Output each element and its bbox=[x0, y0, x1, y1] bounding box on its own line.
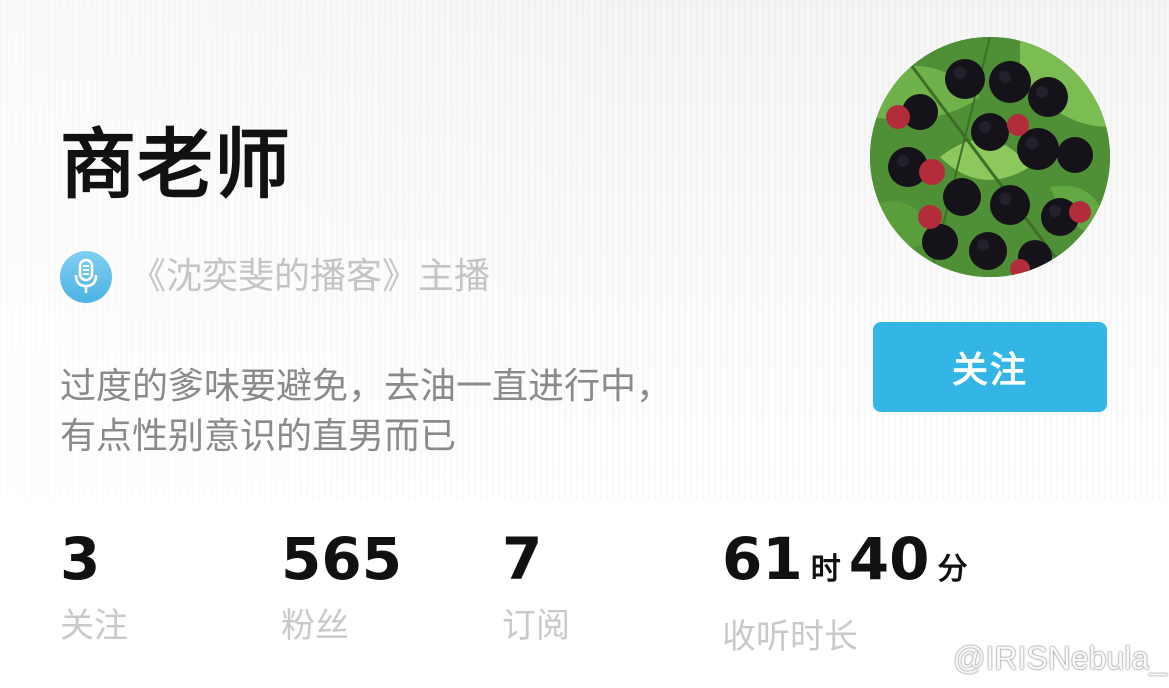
stat-following[interactable]: 3 关注 bbox=[60, 528, 128, 648]
listen-hours-unit: 时 bbox=[810, 552, 841, 587]
stat-subscriptions[interactable]: 7 订阅 bbox=[502, 528, 570, 648]
stat-value: 3 bbox=[60, 525, 101, 593]
stat-label: 订阅 bbox=[502, 606, 570, 646]
listen-time-value: 61 时 40 分 bbox=[722, 528, 975, 601]
watermark: @IRISNebula_ bbox=[905, 636, 1167, 680]
follow-button[interactable]: 关注 bbox=[873, 322, 1107, 412]
listen-minutes-unit: 分 bbox=[937, 552, 968, 587]
bio-line: 过度的爹味要避免，去油一直进行中， bbox=[60, 366, 673, 407]
stat-label: 粉丝 bbox=[281, 606, 349, 646]
stat-value: 565 bbox=[281, 525, 403, 593]
microphone-icon bbox=[60, 251, 112, 303]
profile-bio: 过度的爹味要避免，去油一直进行中， 有点性别意识的直男而已 bbox=[60, 362, 820, 462]
podcast-host-label: 《沈奕斐的播客》主播 bbox=[130, 256, 491, 297]
watermark-text: @IRISNebula_ bbox=[953, 639, 1167, 676]
weibo-icon bbox=[906, 645, 946, 674]
listen-minutes: 40 bbox=[848, 525, 930, 593]
stat-label: 关注 bbox=[60, 606, 128, 646]
listen-hours: 61 bbox=[722, 525, 803, 593]
avatar[interactable] bbox=[870, 37, 1110, 277]
stat-value: 7 bbox=[502, 525, 543, 593]
stat-followers[interactable]: 565 粉丝 bbox=[281, 528, 402, 648]
podcast-host-row[interactable]: 《沈奕斐的播客》主播 bbox=[60, 250, 490, 304]
profile-name: 商老师 bbox=[60, 120, 291, 209]
blackberry-photo bbox=[870, 37, 1110, 277]
bio-line: 有点性别意识的直男而已 bbox=[60, 416, 457, 457]
